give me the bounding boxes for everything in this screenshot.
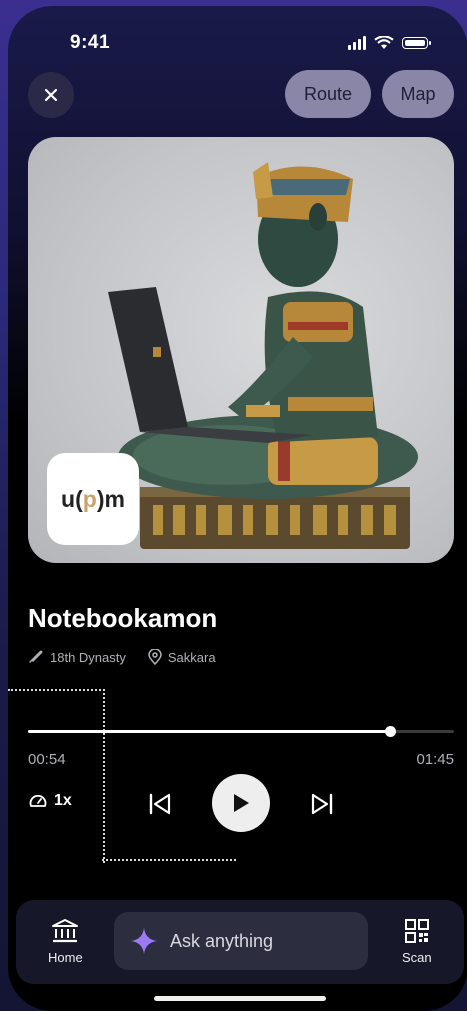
- ask-anything-input[interactable]: Ask anything: [114, 912, 368, 970]
- ask-anything-placeholder: Ask anything: [170, 930, 274, 951]
- status-bar: 9:41: [8, 6, 467, 76]
- nav-scan-label: Scan: [402, 950, 432, 965]
- brush-icon: [29, 650, 43, 663]
- signal-icon: [348, 36, 366, 50]
- total-time: 01:45: [416, 751, 454, 768]
- exhibit-image: u(p)m: [28, 137, 454, 563]
- status-time: 9:41: [70, 32, 111, 53]
- speedometer-icon: [29, 794, 47, 807]
- logo-text-suffix: )m: [96, 485, 125, 512]
- focus-outline-bottom: [102, 859, 236, 861]
- dynasty-label: 18th Dynasty: [50, 649, 126, 665]
- progress-bar[interactable]: [28, 726, 454, 737]
- exhibit-title: Notebookamon: [28, 603, 218, 633]
- elapsed-time: 00:54: [28, 751, 66, 768]
- playback-speed-label: 1x: [54, 792, 72, 809]
- location-pin-icon: [148, 649, 162, 665]
- sparkle-icon: [131, 928, 157, 954]
- previous-button[interactable]: [144, 788, 176, 820]
- museum-icon: [52, 919, 79, 943]
- home-indicator: [154, 996, 326, 1001]
- phone-screen: 9:41 Route Map u(p)m Notebookamon 18th…: [8, 6, 467, 1011]
- museum-logo: u(p)m: [47, 453, 139, 545]
- logo-text-prefix: u(: [61, 485, 83, 512]
- nav-home-label: Home: [48, 950, 83, 965]
- status-icons: [348, 36, 431, 50]
- qr-code-icon: [404, 919, 429, 943]
- close-icon: [44, 88, 58, 102]
- logo-text-mid: p: [82, 485, 97, 512]
- nav-home[interactable]: Home: [48, 918, 83, 965]
- wifi-icon: [374, 36, 394, 49]
- progress-fill: [28, 730, 391, 733]
- progress-thumb[interactable]: [385, 726, 397, 737]
- location-label: Sakkara: [167, 649, 216, 665]
- nav-scan[interactable]: Scan: [402, 918, 432, 965]
- play-button[interactable]: [212, 774, 270, 832]
- bottom-navigation: Home Ask anything Scan: [16, 900, 464, 984]
- playback-speed-button[interactable]: 1x: [28, 792, 72, 810]
- map-button[interactable]: Map: [382, 70, 454, 118]
- route-button[interactable]: Route: [285, 70, 371, 118]
- play-icon: [234, 794, 249, 812]
- skip-forward-icon: [311, 793, 333, 815]
- next-button[interactable]: [306, 788, 338, 820]
- skip-back-icon: [149, 793, 171, 815]
- focus-outline: [8, 689, 105, 863]
- close-button[interactable]: [28, 72, 74, 118]
- battery-icon: [402, 37, 431, 49]
- exhibit-meta: 18th Dynasty Sakkara: [28, 649, 216, 665]
